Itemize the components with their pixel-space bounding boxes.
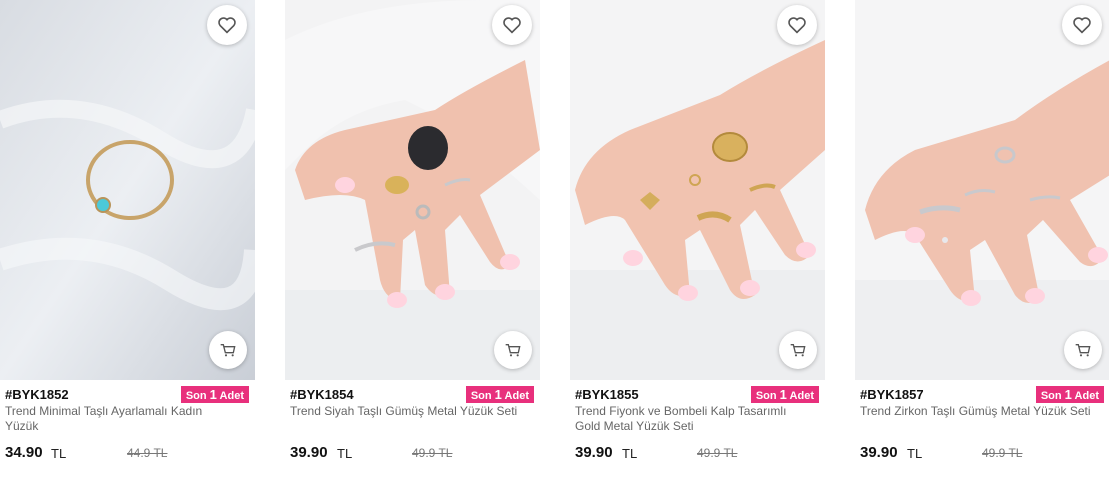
product-sku: #BYK1852 [5,387,69,402]
price-currency: TL [622,446,638,461]
stock-suffix: Adet [219,390,244,402]
cart-icon [790,344,806,357]
favorite-button[interactable] [1062,5,1102,45]
price-currency: TL [907,446,923,461]
price-currency: TL [51,446,67,461]
favorite-button[interactable] [777,5,817,45]
heart-icon [788,17,806,34]
cart-icon [505,344,521,357]
old-price: 44.9 TL [127,446,168,460]
add-to-cart-button[interactable] [494,331,532,369]
stock-prefix: Son [1040,390,1062,402]
stock-badge: Son 1 Adet [180,386,249,403]
stock-badge: Son 1 Adet [465,386,534,403]
add-to-cart-button[interactable] [779,331,817,369]
product-price: 39.90 [860,444,898,461]
heart-icon [1073,17,1091,34]
stock-suffix: Adet [1074,390,1099,402]
product-price: 39.90 [290,444,328,461]
add-to-cart-button[interactable] [209,331,247,369]
heart-icon [503,17,521,34]
product-sku: #BYK1855 [575,387,639,402]
stock-prefix: Son [470,390,492,402]
add-to-cart-button[interactable] [1064,331,1102,369]
stock-suffix: Adet [789,390,814,402]
price-currency: TL [337,446,353,461]
product-price: 39.90 [575,444,613,461]
product-sku: #BYK1857 [860,387,924,402]
old-price: 49.9 TL [412,446,453,460]
product-card[interactable]: #BYK1855 Son 1 Adet Trend Fiyonk ve Bomb… [570,0,825,486]
product-card[interactable]: #BYK1854 Son 1 Adet Trend Siyah Taşlı Gü… [285,0,540,486]
stock-suffix: Adet [504,390,529,402]
stock-count: 1 [1064,387,1072,402]
product-title[interactable]: Trend Zirkon Taşlı Gümüş Metal Yüzük Set… [860,404,1092,419]
product-image[interactable] [0,0,255,380]
cart-icon [220,344,236,357]
stock-badge: Son 1 Adet [1035,386,1104,403]
old-price: 49.9 TL [697,446,738,460]
cart-icon [1075,344,1091,357]
stock-prefix: Son [755,390,777,402]
heart-icon [218,17,236,34]
product-title[interactable]: Trend Siyah Taşlı Gümüş Metal Yüzük Seti [290,404,522,419]
product-title[interactable]: Trend Fiyonk ve Bombeli Kalp Tasarımlı G… [575,404,807,434]
product-image[interactable] [570,0,825,380]
product-title[interactable]: Trend Minimal Taşlı Ayarlamalı Kadın Yüz… [5,404,237,434]
favorite-button[interactable] [492,5,532,45]
stock-count: 1 [779,387,787,402]
stock-count: 1 [494,387,502,402]
stock-badge: Son 1 Adet [750,386,819,403]
old-price: 49.9 TL [982,446,1023,460]
product-card[interactable]: #BYK1857 Son 1 Adet Trend Zirkon Taşlı G… [855,0,1109,486]
product-image[interactable] [285,0,540,380]
product-image[interactable] [855,0,1109,380]
product-price: 34.90 [5,444,43,461]
stock-count: 1 [209,387,217,402]
stock-prefix: Son [185,390,207,402]
product-sku: #BYK1854 [290,387,354,402]
favorite-button[interactable] [207,5,247,45]
product-card[interactable]: #BYK1852 Son 1 Adet Trend Minimal Taşlı … [0,0,255,486]
